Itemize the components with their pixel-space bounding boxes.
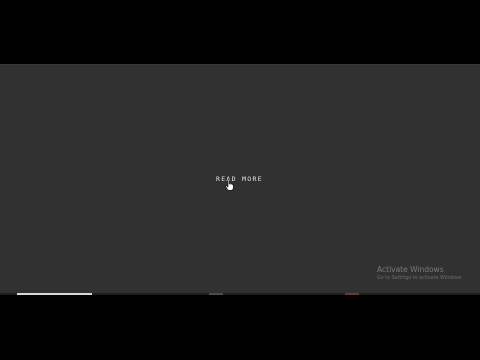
watermark-subtitle: Go to Settings to activate Windows. [377,276,463,281]
chapter-marker [209,293,223,295]
video-progress-bar[interactable] [0,293,480,295]
watermark-title: Activate Windows [377,265,444,274]
hand-pointer-icon [225,179,234,191]
activation-watermark: Activate Windows Go to Settings to activ… [377,265,463,282]
video-progress-fill [17,293,92,295]
chapter-marker [345,293,359,295]
video-frame: READ MORE Activate Windows Go to Setting… [0,0,480,360]
read-more-button[interactable]: READ MORE [216,174,263,184]
